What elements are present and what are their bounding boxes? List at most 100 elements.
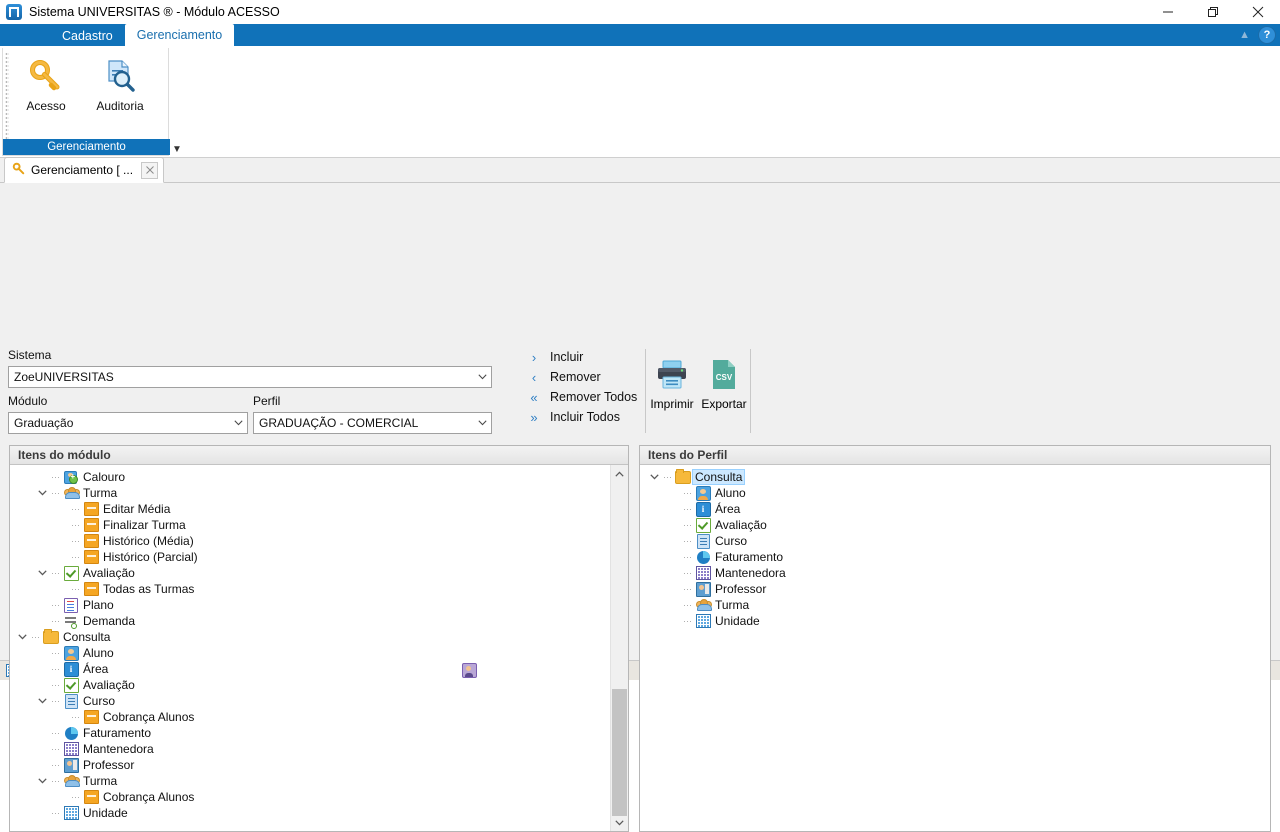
tree-item[interactable]: ⋯ Turma <box>640 597 1270 613</box>
tree-item[interactable]: ⋯ Calouro <box>10 469 611 485</box>
tree-item[interactable]: ⋯ Faturamento <box>10 725 611 741</box>
tree-item[interactable]: ⋯ Unidade <box>10 805 611 821</box>
tree-item[interactable]: ⋯ i Área <box>10 661 611 677</box>
box-icon <box>82 534 100 548</box>
tree-item[interactable]: ⋯ Curso <box>10 693 611 709</box>
pie-icon <box>62 726 80 740</box>
tree-item[interactable]: ⋯ Professor <box>10 757 611 773</box>
chevron-down-icon[interactable] <box>36 696 49 706</box>
tree-item[interactable]: ⋯ Todas as Turmas <box>10 581 611 597</box>
tree-guide-line: ⋯ <box>71 551 80 562</box>
chevron-down-icon[interactable] <box>474 374 491 380</box>
action-incluir-todos[interactable]: » Incluir Todos <box>518 407 642 427</box>
tree-item-label: Avaliação <box>715 518 767 532</box>
building-purple-icon <box>62 742 80 756</box>
tree-item-label: Área <box>715 502 741 516</box>
tree-item[interactable]: ⋯ Aluno <box>10 645 611 661</box>
maximize-restore-button[interactable] <box>1190 0 1235 24</box>
doctab-gerenciamento[interactable]: Gerenciamento [ ... <box>4 157 165 183</box>
group-dialog-launcher-icon[interactable]: ▼ <box>172 144 182 155</box>
action-remover[interactable]: ‹ Remover <box>518 367 642 387</box>
tree-item[interactable]: ⋯ Turma <box>10 485 611 501</box>
tree-item[interactable]: ⋯ Curso <box>640 533 1270 549</box>
group-icon <box>62 775 80 787</box>
help-button[interactable]: ? <box>1258 26 1276 44</box>
scroll-down-button[interactable] <box>611 814 628 831</box>
tree-item[interactable]: ⋯ Mantenedora <box>640 565 1270 581</box>
chevron-down-icon[interactable] <box>474 420 491 426</box>
perfil-combobox[interactable]: GRADUAÇÃO - COMERCIAL <box>253 412 492 434</box>
ribbon-button-auditoria[interactable]: Auditoria <box>83 48 157 132</box>
list-icon <box>62 597 80 613</box>
scrollbar-thumb[interactable] <box>612 689 627 816</box>
chevron-down-icon[interactable] <box>16 632 29 642</box>
svg-text:CSV: CSV <box>716 373 733 382</box>
tree-guide-line: ⋯ <box>51 567 60 578</box>
demand-icon <box>62 616 80 629</box>
chevron-up-icon[interactable]: ▲ <box>1239 29 1250 41</box>
close-button[interactable] <box>1235 0 1280 24</box>
tree-item[interactable]: ⋯ Cobrança Alunos <box>10 709 611 725</box>
tree-item[interactable]: ⋯ Consulta <box>10 628 611 645</box>
action-remover-todos-label: Remover Todos <box>550 390 638 404</box>
tree-item-label: Turma <box>83 774 118 788</box>
tree-item[interactable]: ⋯ Histórico (Parcial) <box>10 549 611 565</box>
tree-item[interactable]: ⋯ Editar Média <box>10 501 611 517</box>
tab-cadastro[interactable]: Cadastro <box>50 26 125 46</box>
ribbon-body: Acesso Auditoria Gerenciamento ▼ <box>0 46 1280 158</box>
tree-item[interactable]: ⋯ Professor <box>640 581 1270 597</box>
tree-item[interactable]: ⋯ Faturamento <box>640 549 1270 565</box>
tree-item[interactable]: ⋯ Consulta <box>640 469 1270 485</box>
tree-item-label: Cobrança Alunos <box>103 710 195 724</box>
minimize-button[interactable] <box>1145 0 1190 24</box>
building-blue-icon <box>694 614 712 628</box>
chevron-left-icon: ‹ <box>531 369 537 385</box>
document-search-icon <box>102 56 138 96</box>
tree-item[interactable]: ⋯ Avaliação <box>10 677 611 693</box>
tree-item[interactable]: ⋯ Mantenedora <box>10 741 611 757</box>
modulo-combobox[interactable]: Graduação <box>8 412 248 434</box>
checkbox-icon <box>694 517 712 533</box>
group-icon <box>62 487 80 499</box>
tree-item-label: Aluno <box>83 646 114 660</box>
doctab-label: Gerenciamento [ ... <box>31 163 134 177</box>
tree-item[interactable]: ⋯ Demanda <box>10 613 611 629</box>
title-bar: Sistema UNIVERSITAS ® - Módulo ACESSO <box>0 0 1280 24</box>
sistema-combobox[interactable]: ZoeUNIVERSITAS <box>8 366 492 388</box>
module-items-tree[interactable]: ⋯Calouro⋯Turma⋯Editar Média⋯Finalizar Tu… <box>10 469 611 831</box>
export-csv-button[interactable]: CSV Exportar <box>698 359 750 411</box>
left-tree-scrollbar[interactable] <box>610 465 628 831</box>
tree-item[interactable]: ⋯ Plano <box>10 597 611 613</box>
tree-item[interactable]: ⋯ i Área <box>640 501 1270 517</box>
chevron-down-icon[interactable] <box>36 776 49 786</box>
chevron-down-icon[interactable] <box>648 472 661 482</box>
chevron-down-icon[interactable] <box>36 568 49 578</box>
doctab-close-button[interactable] <box>141 161 159 179</box>
tree-item[interactable]: ⋯ Aluno <box>640 485 1270 501</box>
tree-item[interactable]: ⋯ Turma <box>10 773 611 789</box>
action-incluir[interactable]: › Incluir <box>518 347 642 367</box>
tree-guide-line: ⋯ <box>683 567 692 578</box>
print-button[interactable]: Imprimir <box>646 359 698 411</box>
tree-guide-line: ⋯ <box>51 759 60 770</box>
ribbon-button-acesso[interactable]: Acesso <box>9 48 83 132</box>
scroll-up-button[interactable] <box>611 465 628 482</box>
profile-items-tree[interactable]: ⋯ Consulta ⋯ Aluno ⋯ i Área ⋯ Avaliação ⋯ Curso ⋯ Fa… <box>640 469 1270 831</box>
tree-item[interactable]: ⋯ Cobrança Alunos <box>10 789 611 805</box>
tree-item[interactable]: ⋯ Avaliação <box>10 565 611 581</box>
tab-gerenciamento[interactable]: Gerenciamento <box>124 24 235 46</box>
right-panel-body: ⋯ Consulta ⋯ Aluno ⋯ i Área ⋯ Avaliação ⋯ Curso ⋯ Fa… <box>640 465 1270 831</box>
tree-item[interactable]: ⋯ Finalizar Turma <box>10 517 611 533</box>
tree-item-label: Mantenedora <box>715 566 786 580</box>
action-remover-todos[interactable]: « Remover Todos <box>518 387 642 407</box>
doc-icon <box>62 693 80 709</box>
person-add-icon <box>62 470 80 484</box>
tree-item[interactable]: ⋯ Histórico (Média) <box>10 533 611 549</box>
chevron-down-icon[interactable] <box>230 420 247 426</box>
tree-item-label: Plano <box>83 598 114 612</box>
tree-item[interactable]: ⋯ Unidade <box>640 613 1270 629</box>
app-logo-icon <box>6 4 22 20</box>
tree-item-label: Faturamento <box>715 550 784 564</box>
chevron-down-icon[interactable] <box>36 488 49 498</box>
tree-item[interactable]: ⋯ Avaliação <box>640 517 1270 533</box>
